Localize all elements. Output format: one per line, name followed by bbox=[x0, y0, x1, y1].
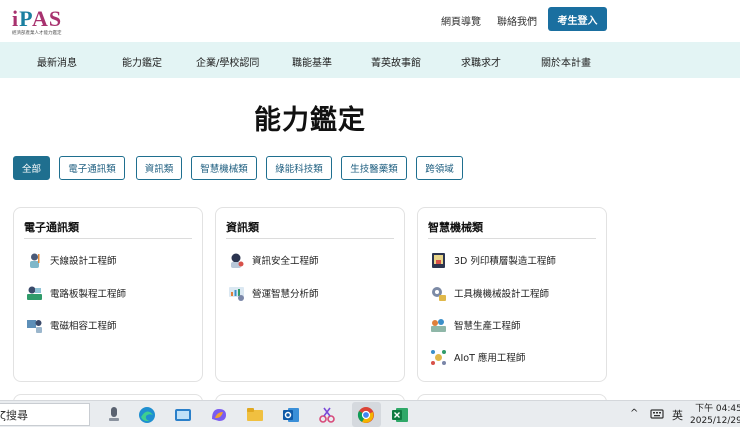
nav-item-news[interactable]: 最新消息 bbox=[37, 54, 77, 69]
job-item[interactable]: AIoT 應用工程師 bbox=[430, 347, 525, 367]
ipas-logo[interactable]: iPAS 經濟部產業人才能力鑑定 bbox=[12, 6, 72, 36]
main-nav: 最新消息 能力鑑定 企業/學校認同 職能基準 菁英故事館 求職求才 關於本計畫 bbox=[0, 42, 740, 78]
page-title: 能力鑑定 bbox=[254, 105, 366, 136]
job-item[interactable]: 電路板製程工程師 bbox=[26, 283, 126, 303]
snipping-tool-icon[interactable] bbox=[317, 405, 337, 425]
emc-engineer-icon bbox=[27, 319, 42, 333]
logo-text: iPAS bbox=[12, 6, 63, 31]
site-header: iPAS 經濟部產業人才能力鑑定 網頁導覽 聯絡我們 考生登入 bbox=[0, 0, 740, 42]
filter-smart-machinery[interactable]: 智慧機械類 bbox=[191, 156, 257, 180]
card-title: 資訊類 bbox=[226, 221, 259, 234]
clock-time: 下午 04:45 bbox=[695, 404, 740, 414]
antenna-engineer-icon bbox=[30, 253, 40, 268]
edge-icon[interactable] bbox=[137, 405, 157, 425]
job-item[interactable]: 資訊安全工程師 bbox=[228, 250, 319, 270]
windows-taskbar: ζ搜尋 ^ 英 下午 04:45 2025/12/29 bbox=[0, 400, 740, 427]
nav-item-competency[interactable]: 職能基準 bbox=[292, 54, 332, 69]
machine-tool-engineer-icon bbox=[432, 286, 446, 301]
card-title: 智慧機械類 bbox=[428, 221, 483, 234]
card-title: 電子通訊類 bbox=[24, 221, 79, 234]
filter-green-energy[interactable]: 綠能科技類 bbox=[266, 156, 332, 180]
file-explorer-icon[interactable] bbox=[245, 405, 265, 425]
filter-electronics[interactable]: 電子通訊類 bbox=[59, 156, 125, 180]
category-card-electronics: 電子通訊類 天線設計工程師 電路板製程工程師 電磁相容工程師 bbox=[13, 207, 203, 382]
photos-icon[interactable] bbox=[173, 405, 193, 425]
job-item[interactable]: 天線設計工程師 bbox=[26, 250, 117, 270]
excel-icon[interactable] bbox=[390, 405, 410, 425]
job-item[interactable]: 工具機機械設計工程師 bbox=[430, 283, 549, 303]
3d-printing-engineer-icon bbox=[432, 252, 445, 268]
site-map-link[interactable]: 網頁導覽 bbox=[441, 13, 481, 28]
aiot-engineer-icon bbox=[431, 349, 446, 365]
logo-subtitle: 經濟部產業人才能力鑑定 bbox=[12, 31, 62, 36]
card-divider bbox=[24, 238, 192, 239]
candidate-login-button[interactable]: 考生登入 bbox=[548, 7, 607, 31]
job-item[interactable]: 智慧生產工程師 bbox=[430, 315, 521, 335]
taskbar-clock[interactable]: 下午 04:45 2025/12/29 bbox=[690, 403, 740, 427]
input-language-indicator[interactable]: 英 bbox=[672, 407, 683, 423]
nav-item-stories[interactable]: 菁英故事館 bbox=[371, 54, 421, 69]
pcb-engineer-icon bbox=[27, 286, 42, 300]
bi-analyst-icon bbox=[229, 286, 244, 301]
nav-item-about[interactable]: 關於本計畫 bbox=[541, 54, 591, 69]
nav-item-jobs[interactable]: 求職求才 bbox=[461, 54, 501, 69]
nav-item-certification[interactable]: 能力鑑定 bbox=[122, 54, 162, 69]
card-divider bbox=[226, 238, 394, 239]
taskbar-search-box[interactable]: ζ搜尋 bbox=[0, 403, 90, 426]
filter-cross-domain[interactable]: 跨領域 bbox=[416, 156, 463, 180]
job-item[interactable]: 電磁相容工程師 bbox=[26, 315, 117, 335]
category-card-smart-machinery: 智慧機械類 3D 列印積層製造工程師 工具機機械設計工程師 智慧生產工程師 AI… bbox=[417, 207, 607, 382]
nav-item-endorsement[interactable]: 企業/學校認同 bbox=[196, 54, 259, 69]
smart-production-engineer-icon bbox=[431, 318, 446, 332]
category-card-information: 資訊類 資訊安全工程師 營運智慧分析師 bbox=[215, 207, 405, 382]
tray-overflow-chevron-icon[interactable]: ^ bbox=[630, 408, 638, 419]
copilot-icon[interactable] bbox=[209, 405, 229, 425]
outlook-icon[interactable] bbox=[281, 405, 301, 425]
filter-biomed[interactable]: 生技醫藥類 bbox=[341, 156, 407, 180]
copilot-mic-icon[interactable] bbox=[104, 405, 124, 425]
keyboard-icon[interactable] bbox=[650, 407, 664, 421]
filter-information[interactable]: 資訊類 bbox=[136, 156, 182, 180]
job-item[interactable]: 3D 列印積層製造工程師 bbox=[430, 250, 556, 270]
contact-link[interactable]: 聯絡我們 bbox=[497, 13, 537, 28]
filter-all[interactable]: 全部 bbox=[13, 156, 50, 180]
security-engineer-icon bbox=[231, 253, 244, 268]
card-divider bbox=[428, 238, 596, 239]
clock-date: 2025/12/29 bbox=[690, 416, 740, 426]
job-item[interactable]: 營運智慧分析師 bbox=[228, 283, 319, 303]
chrome-icon[interactable] bbox=[356, 405, 376, 425]
